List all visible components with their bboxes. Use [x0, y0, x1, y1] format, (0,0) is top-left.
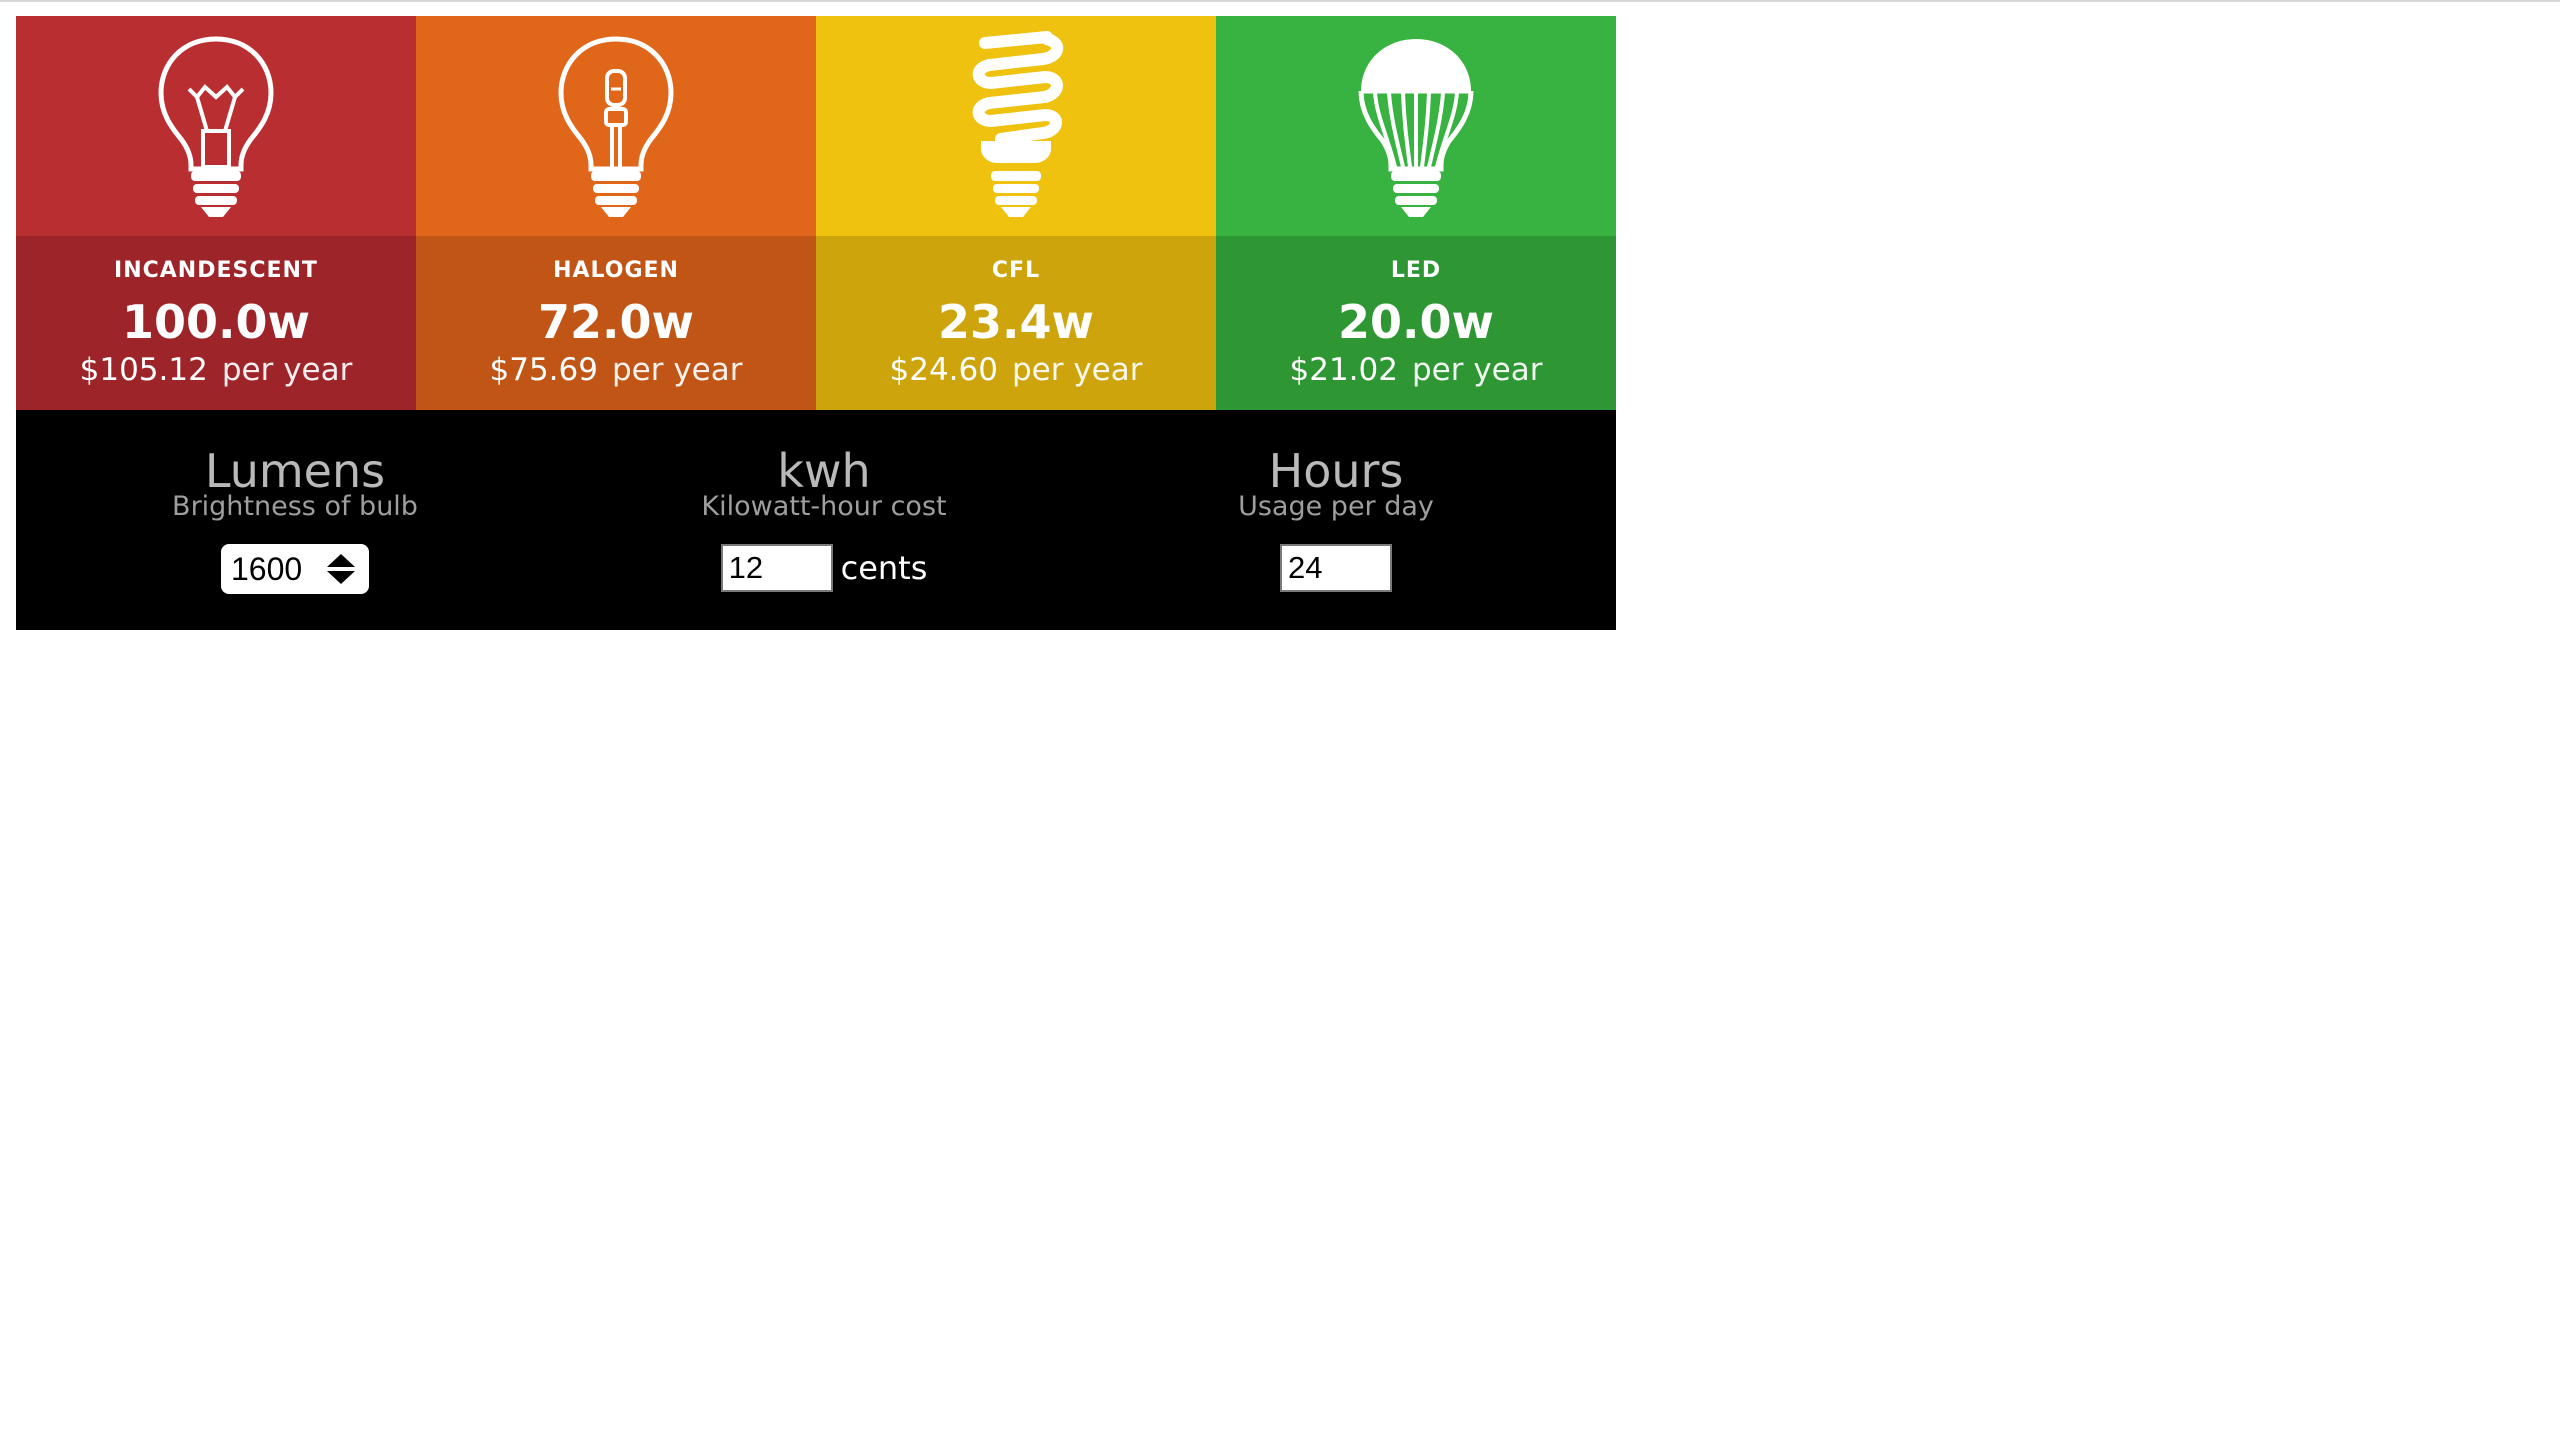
lumens-control: Lumens Brightness of bulb 1600: [95, 446, 495, 594]
hours-input-row: [1136, 544, 1536, 592]
cost-period: per year: [1411, 352, 1543, 388]
led-bulb-icon: [1358, 39, 1474, 217]
cost-value: $21.02: [1289, 352, 1398, 388]
cost-value: $105.12: [79, 352, 208, 388]
bulb-type-label: HALOGEN: [553, 258, 679, 283]
cfl-bulb-icon: [972, 31, 1063, 217]
cost-period: per year: [1011, 352, 1143, 388]
lumens-subtitle: Brightness of bulb: [172, 491, 418, 522]
bulb-wattage: 100.0w: [122, 295, 310, 349]
bulb-wattage: 20.0w: [1338, 295, 1494, 349]
bulb-type-label: INCANDESCENT: [114, 258, 318, 283]
kwh-unit-label: cents: [840, 549, 928, 587]
bulb-icon-area: [1216, 16, 1616, 236]
kwh-control: kwh Kilowatt-hour cost cents: [624, 446, 1024, 592]
bulb-stats: LED 20.0w $21.02 per year: [1216, 236, 1616, 410]
select-arrows-icon: [327, 552, 355, 586]
bulb-type-label: LED: [1390, 258, 1442, 283]
top-border: [0, 0, 2560, 2]
hours-subtitle: Usage per day: [1238, 491, 1434, 522]
kwh-title: kwh: [777, 444, 871, 498]
bulb-icon-area: [16, 16, 416, 236]
hours-per-day-input[interactable]: [1280, 544, 1392, 592]
bulb-card-halogen: HALOGEN 72.0w $75.69 per year: [416, 16, 816, 410]
cost-period: per year: [611, 352, 743, 388]
lumens-title: Lumens: [204, 444, 386, 498]
hours-title: Hours: [1268, 444, 1404, 498]
bulb-annual-cost: $21.02 per year: [1216, 350, 1616, 390]
hours-control: Hours Usage per day: [1136, 446, 1536, 592]
bulb-annual-cost: $24.60 per year: [816, 350, 1216, 390]
bulb-wattage: 72.0w: [538, 295, 694, 349]
bulb-type-label: CFL: [991, 258, 1041, 283]
bulb-card-incandescent: INCANDESCENT 100.0w $105.12 per year: [16, 16, 416, 410]
bulb-card-cfl: CFL 23.4w $24.60 per year: [816, 16, 1216, 410]
bulb-icon-area: [416, 16, 816, 236]
bulb-calculator: INCANDESCENT 100.0w $105.12 per year HAL…: [16, 16, 1616, 630]
kwh-cost-input[interactable]: [720, 544, 833, 592]
incandescent-bulb-icon: [158, 36, 274, 217]
halogen-bulb-icon: [558, 36, 674, 217]
bulb-comparison-row: INCANDESCENT 100.0w $105.12 per year HAL…: [16, 16, 1616, 410]
cost-value: $24.60: [889, 352, 998, 388]
bulb-card-led: LED 20.0w $21.02 per year: [1216, 16, 1616, 410]
kwh-input-row: cents: [624, 544, 1024, 592]
cost-value: $75.69: [489, 352, 598, 388]
bulb-wattage: 23.4w: [938, 295, 1094, 349]
bulb-stats: CFL 23.4w $24.60 per year: [816, 236, 1216, 410]
cost-period: per year: [221, 352, 353, 388]
bulb-annual-cost: $75.69 per year: [416, 350, 816, 390]
lumens-selected-value: 1600: [231, 550, 303, 587]
bulb-annual-cost: $105.12 per year: [16, 350, 416, 390]
bulb-stats: INCANDESCENT 100.0w $105.12 per year: [16, 236, 416, 410]
bulb-stats: HALOGEN 72.0w $75.69 per year: [416, 236, 816, 410]
lumens-select[interactable]: 1600: [221, 544, 369, 594]
controls-panel: Lumens Brightness of bulb 1600 kwh Kilow…: [16, 410, 1616, 630]
bulb-icon-area: [816, 16, 1216, 236]
kwh-subtitle: Kilowatt-hour cost: [701, 491, 947, 522]
lumens-input-row: 1600: [95, 544, 495, 594]
